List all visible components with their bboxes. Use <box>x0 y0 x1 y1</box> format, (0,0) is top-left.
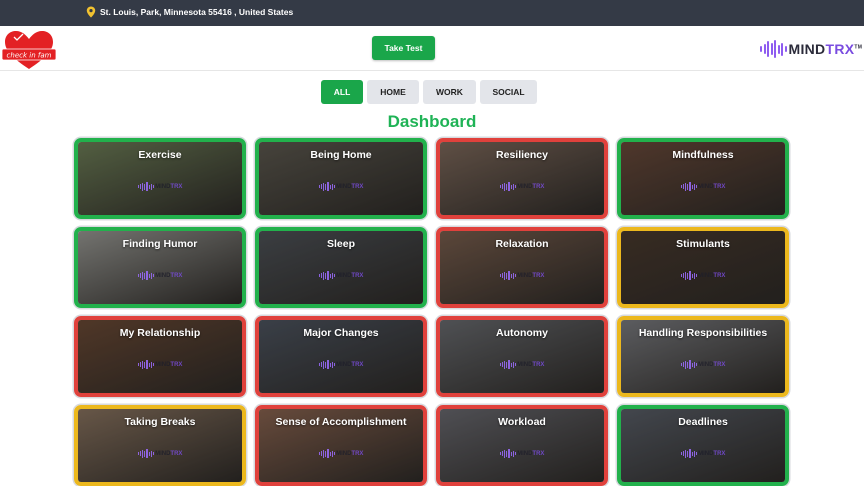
dashboard-card-taking-breaks[interactable]: Taking Breaks MINDTRX <box>74 405 246 486</box>
card-label: Workload <box>498 416 546 428</box>
card-label: Stimulants <box>676 238 730 250</box>
dashboard-card-relaxation[interactable]: Relaxation MINDTRX <box>436 227 608 308</box>
dashboard-card-handling-responsibilities[interactable]: Handling Responsibilities MINDTRX <box>617 316 789 397</box>
location-text: St. Louis, Park, Minnesota 55416 , Unite… <box>100 7 294 17</box>
watermark-text: MINDTRX <box>698 183 726 190</box>
filter-all[interactable]: ALL <box>321 80 363 104</box>
top-bar: St. Louis, Park, Minnesota 55416 , Unite… <box>0 0 864 26</box>
dashboard-card-finding-humor[interactable]: Finding Humor MINDTRX <box>74 227 246 308</box>
sound-wave-icon <box>680 449 698 458</box>
sound-wave-icon <box>499 182 517 191</box>
map-pin-icon <box>86 6 96 18</box>
watermark-text: MINDTRX <box>517 450 545 457</box>
card-label: Finding Humor <box>122 238 198 250</box>
watermark-text: MINDTRX <box>517 272 545 279</box>
mindtrx-watermark: MINDTRX <box>259 182 423 191</box>
dashboard-card-autonomy[interactable]: Autonomy MINDTRX <box>436 316 608 397</box>
card-label: My Relationship <box>119 327 201 339</box>
check-in-fam-logo[interactable]: check in fam <box>2 29 56 71</box>
dashboard-card-sleep[interactable]: Sleep MINDTRX <box>255 227 427 308</box>
watermark-text: MINDTRX <box>155 183 183 190</box>
sound-wave-icon <box>137 360 155 369</box>
sound-wave-icon <box>680 360 698 369</box>
mindtrx-watermark: MINDTRX <box>259 449 423 458</box>
mindtrx-watermark: MINDTRX <box>440 271 604 280</box>
mindtrx-watermark: MINDTRX <box>440 360 604 369</box>
mindtrx-watermark: MINDTRX <box>621 449 785 458</box>
mindtrx-watermark: MINDTRX <box>259 271 423 280</box>
card-label: Relaxation <box>495 238 549 250</box>
mindtrx-watermark: MINDTRX <box>440 182 604 191</box>
filter-social[interactable]: SOCIAL <box>480 80 537 104</box>
card-label: Taking Breaks <box>124 416 196 428</box>
filter-tabs: ALL HOME WORK SOCIAL <box>321 80 537 104</box>
watermark-text: MINDTRX <box>336 450 364 457</box>
watermark-text: MINDTRX <box>155 450 183 457</box>
watermark-text: MINDTRX <box>336 361 364 368</box>
dashboard-card-stimulants[interactable]: Stimulants MINDTRX <box>617 227 789 308</box>
location: St. Louis, Park, Minnesota 55416 , Unite… <box>86 6 293 18</box>
card-label: Resiliency <box>496 149 548 161</box>
mindtrx-watermark: MINDTRX <box>78 271 242 280</box>
mindtrx-watermark: MINDTRX <box>78 360 242 369</box>
sound-wave-icon <box>318 360 336 369</box>
card-label: Sleep <box>326 238 355 250</box>
card-label: Sense of Accomplishment <box>275 416 407 428</box>
sound-wave-icon <box>499 449 517 458</box>
mindtrx-watermark: MINDTRX <box>259 360 423 369</box>
dashboard-card-deadlines[interactable]: Deadlines MINDTRX <box>617 405 789 486</box>
dashboard-card-mindfulness[interactable]: Mindfulness MINDTRX <box>617 138 789 219</box>
take-test-button[interactable]: Take Test <box>372 36 435 60</box>
dashboard-card-exercise[interactable]: Exercise MINDTRX <box>74 138 246 219</box>
mindtrx-watermark: MINDTRX <box>78 182 242 191</box>
logo-left-text: check in fam <box>7 52 52 60</box>
watermark-text: MINDTRX <box>155 361 183 368</box>
card-label: Autonomy <box>496 327 548 339</box>
card-label: Being Home <box>310 149 372 161</box>
header: check in fam Take Test MINDTRXTM <box>0 26 864 71</box>
mindtrx-watermark: MINDTRX <box>621 182 785 191</box>
sound-wave-icon <box>137 449 155 458</box>
watermark-text: MINDTRX <box>698 272 726 279</box>
page-title: Dashboard <box>387 112 477 131</box>
watermark-text: MINDTRX <box>517 183 545 190</box>
dashboard-card-being-home[interactable]: Being Home MINDTRX <box>255 138 427 219</box>
card-label: Mindfulness <box>672 149 734 161</box>
sound-wave-icon <box>318 449 336 458</box>
dashboard-card-major-changes[interactable]: Major Changes MINDTRX <box>255 316 427 397</box>
dashboard-card-workload[interactable]: Workload MINDTRX <box>436 405 608 486</box>
sound-wave-icon <box>680 271 698 280</box>
card-label: Exercise <box>138 149 182 161</box>
filter-home[interactable]: HOME <box>367 80 419 104</box>
watermark-text: MINDTRX <box>698 361 726 368</box>
mindtrx-logo[interactable]: MINDTRXTM <box>760 36 862 62</box>
card-label: Deadlines <box>678 416 728 428</box>
dashboard-card-my-relationship[interactable]: My Relationship MINDTRX <box>74 316 246 397</box>
sound-wave-icon <box>680 182 698 191</box>
watermark-text: MINDTRX <box>336 272 364 279</box>
mindtrx-watermark: MINDTRX <box>621 271 785 280</box>
mindtrx-watermark: MINDTRX <box>78 449 242 458</box>
sound-wave-icon <box>499 360 517 369</box>
sound-wave-icon <box>499 271 517 280</box>
card-label: Handling Responsibilities <box>638 327 768 339</box>
filter-work[interactable]: WORK <box>423 80 476 104</box>
sound-wave-icon <box>137 182 155 191</box>
mindtrx-watermark: MINDTRX <box>621 360 785 369</box>
mindtrx-brand-text: MINDTRXTM <box>788 41 863 57</box>
sound-wave-icon <box>318 271 336 280</box>
sound-wave-icon <box>318 182 336 191</box>
watermark-text: MINDTRX <box>698 450 726 457</box>
sound-wave-icon <box>137 271 155 280</box>
mindtrx-watermark: MINDTRX <box>440 449 604 458</box>
dashboard-card-resiliency[interactable]: Resiliency MINDTRX <box>436 138 608 219</box>
watermark-text: MINDTRX <box>336 183 364 190</box>
dashboard-card-sense-of-accomplishment[interactable]: Sense of Accomplishment MINDTRX <box>255 405 427 486</box>
watermark-text: MINDTRX <box>517 361 545 368</box>
card-label: Major Changes <box>303 327 379 339</box>
sound-wave-icon <box>760 39 787 59</box>
watermark-text: MINDTRX <box>155 272 183 279</box>
